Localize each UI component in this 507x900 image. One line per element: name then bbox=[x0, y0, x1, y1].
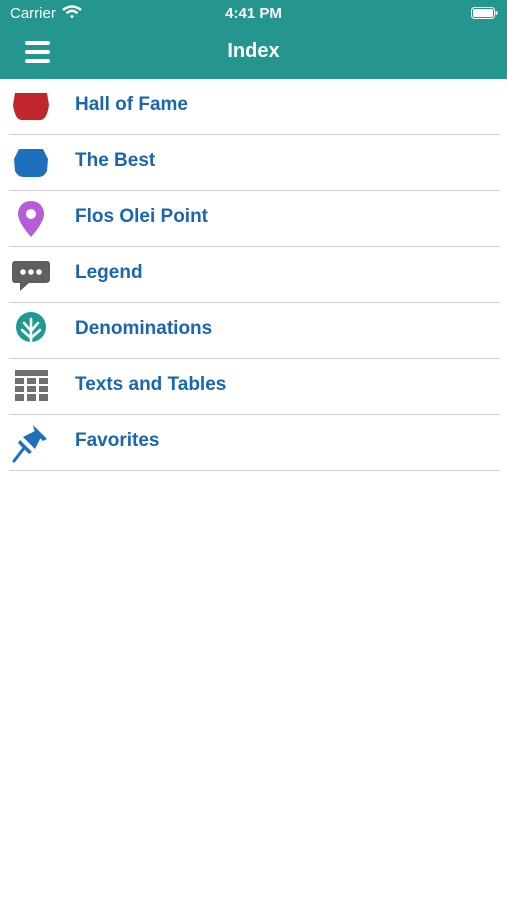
list-item-favorites[interactable]: Favorites bbox=[9, 415, 500, 471]
index-list: Hall of Fame The Best Flos Olei Point Le… bbox=[9, 79, 500, 471]
list-item-label: Flos Olei Point bbox=[75, 206, 209, 227]
status-bar: Carrier 4:41 PM bbox=[0, 0, 507, 27]
blue-bowl-icon bbox=[14, 149, 48, 177]
tree-icon bbox=[16, 312, 46, 351]
list-item-the-best[interactable]: The Best bbox=[9, 135, 500, 191]
nav-bar: Index bbox=[0, 27, 507, 79]
top-bar: Carrier 4:41 PM Index bbox=[0, 0, 507, 79]
list-item-legend[interactable]: Legend bbox=[9, 247, 500, 303]
list-item-hall-of-fame[interactable]: Hall of Fame bbox=[9, 79, 500, 135]
list-item-label: Texts and Tables bbox=[75, 374, 227, 395]
map-pin-icon bbox=[18, 201, 44, 237]
speech-bubble-icon bbox=[12, 261, 50, 291]
pushpin-icon bbox=[12, 425, 47, 463]
page-title: Index bbox=[227, 40, 280, 62]
list-item-label: Legend bbox=[75, 262, 143, 283]
status-time: 4:41 PM bbox=[225, 5, 282, 22]
list-item-flos-olei-point[interactable]: Flos Olei Point bbox=[9, 191, 500, 247]
red-bowl-icon bbox=[13, 93, 49, 120]
list-item-label: The Best bbox=[75, 150, 156, 171]
list-item-texts-and-tables[interactable]: Texts and Tables bbox=[9, 359, 500, 415]
battery-icon bbox=[471, 7, 498, 19]
list-item-label: Hall of Fame bbox=[75, 94, 188, 115]
list-item-denominations[interactable]: Denominations bbox=[9, 303, 500, 359]
list-item-label: Favorites bbox=[75, 430, 160, 451]
table-grid-icon bbox=[15, 370, 48, 401]
list-item-label: Denominations bbox=[75, 318, 213, 339]
